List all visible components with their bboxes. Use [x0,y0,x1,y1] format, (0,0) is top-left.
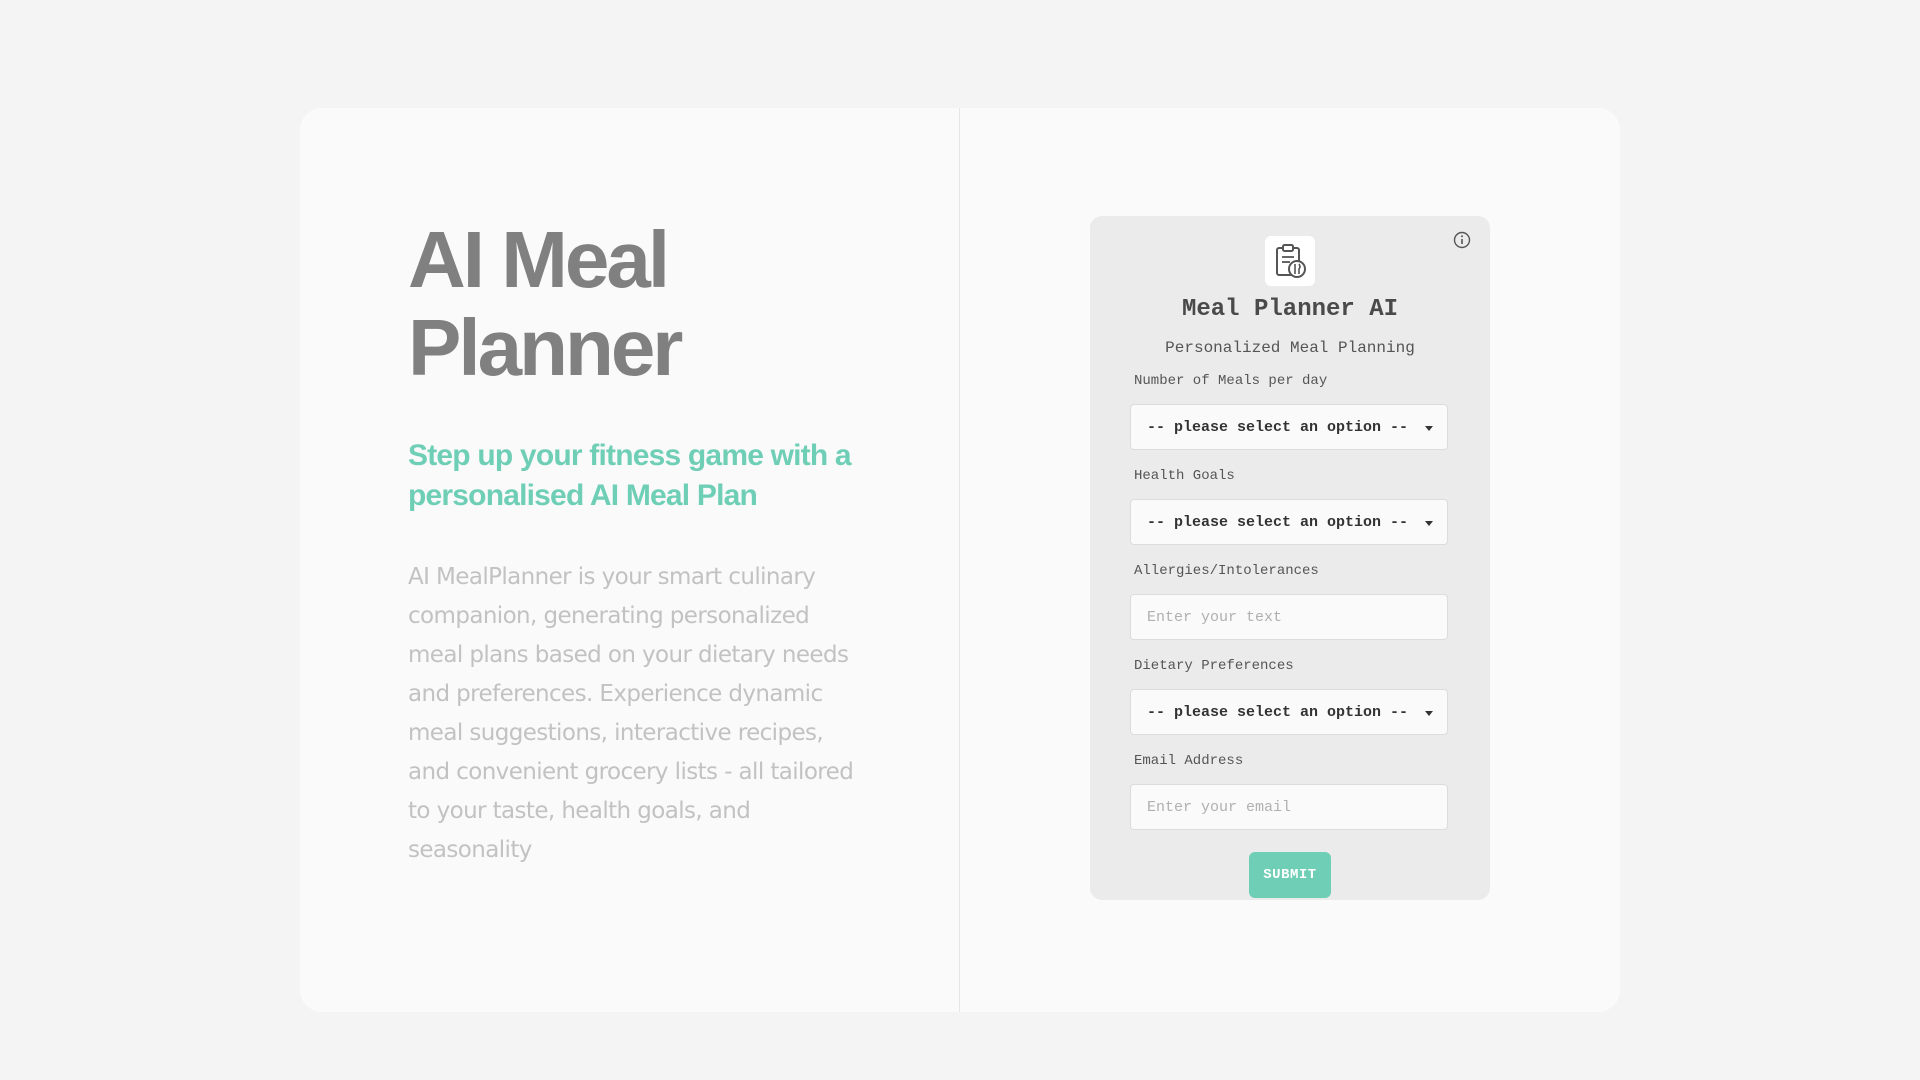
meals-field: Number of Meals per day -- please select… [1090,373,1490,450]
diet-label: Dietary Preferences [1134,658,1294,674]
email-label: Email Address [1134,753,1244,769]
form-section: Meal Planner AI Personalized Meal Planni… [960,108,1620,1012]
main-card: AI Meal Planner Step up your fitness gam… [300,108,1620,1012]
diet-field: Dietary Preferences -- please select an … [1090,658,1490,735]
hero-tagline: Step up your fitness game with a persona… [408,439,852,512]
allergies-label: Allergies/Intolerances [1134,563,1319,579]
info-icon[interactable] [1452,230,1472,250]
chevron-down-icon [1425,520,1433,526]
meals-select[interactable]: -- please select an option -- [1130,404,1448,450]
form-title: Meal Planner AI [1181,296,1399,323]
goals-select[interactable]: -- please select an option -- [1130,499,1448,545]
allergies-field: Allergies/Intolerances [1090,563,1490,640]
clipboard-meal-icon [1265,236,1315,286]
email-field-group: Email Address [1090,753,1490,830]
allergies-input[interactable] [1130,594,1448,640]
submit-wrap: SUBMIT [1090,852,1490,898]
goals-field: Health Goals -- please select an option … [1090,468,1490,545]
meals-label: Number of Meals per day [1134,373,1328,389]
goals-select-value: -- please select an option -- [1147,513,1409,531]
chevron-down-icon [1425,425,1433,431]
meals-select-value: -- please select an option -- [1147,418,1409,436]
email-field[interactable] [1130,784,1448,830]
hero-title: AI Meal Planner [408,215,683,392]
hero-description: AI MealPlanner is your smart culinary co… [408,564,854,863]
diet-select[interactable]: -- please select an option -- [1130,689,1448,735]
meal-planner-form: Meal Planner AI Personalized Meal Planni… [1090,216,1490,900]
form-subtitle: Personalized Meal Planning [1165,339,1415,357]
hero-section: AI Meal Planner Step up your fitness gam… [300,108,960,1012]
goals-label: Health Goals [1134,468,1235,484]
diet-select-value: -- please select an option -- [1147,703,1409,721]
chevron-down-icon [1425,710,1433,716]
submit-button[interactable]: SUBMIT [1249,852,1331,898]
